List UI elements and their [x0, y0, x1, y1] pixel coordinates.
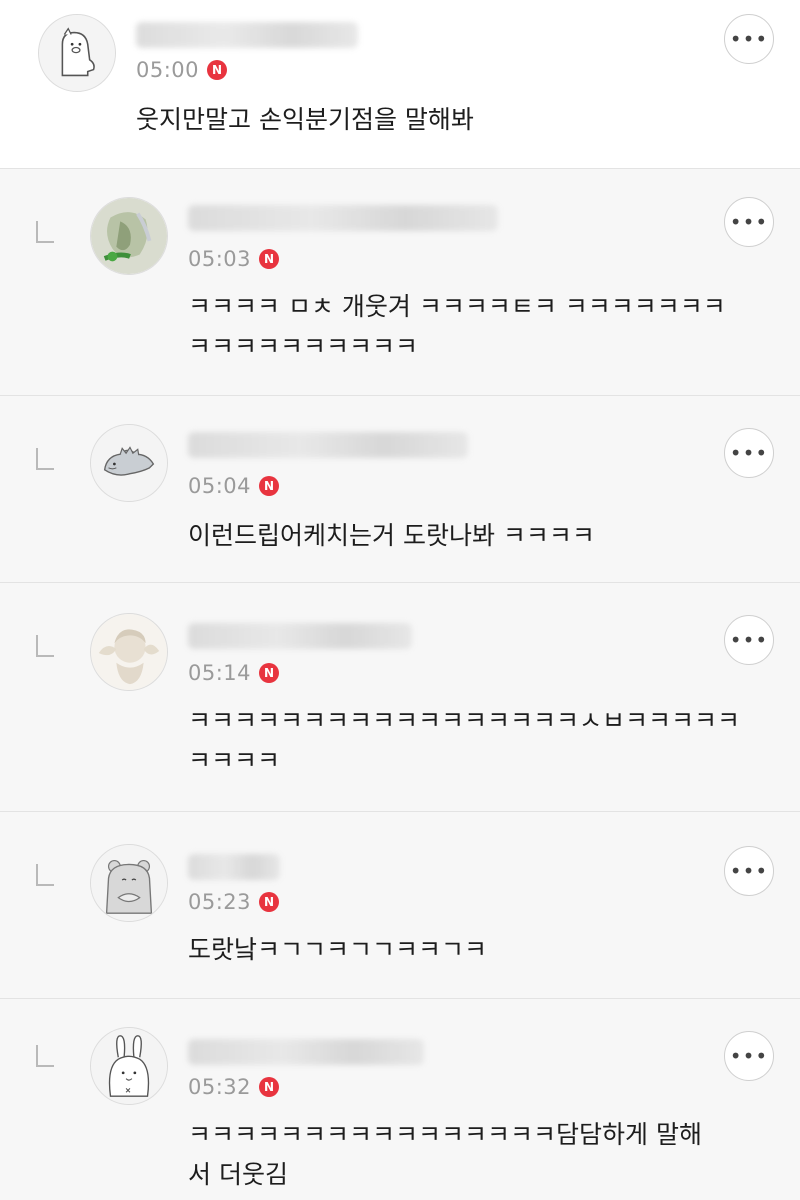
- reply-item: 05:14 N ••• ㅋㅋㅋㅋㅋㅋㅋㅋㅋㅋㅋㅋㅋㅋㅋㅋㅋㅅㅂㅋㅋㅋㅋㅋ ㅋㅋㅋ…: [0, 583, 800, 811]
- comment-meta: 05:14 N: [188, 661, 280, 685]
- comment-item: 05:00 N ••• 웃지만말고 손익분기점을 말해봐: [0, 0, 800, 168]
- reply-arrow-icon: [36, 1045, 54, 1067]
- reply-arrow-icon: [36, 221, 54, 243]
- nickname-blurred[interactable]: [188, 623, 412, 649]
- new-badge: N: [259, 249, 280, 269]
- dinosaur-sketch-icon: [91, 425, 167, 501]
- new-badge: N: [259, 1077, 280, 1097]
- reply-item: 05:23 N ••• 도랏낰ㅋㄱㄱㅋㄱㄱㅋㅋㄱㅋ: [0, 812, 800, 998]
- comment-text: ㅋㅋㅋㅋ ㅁㅊ 개웃겨 ㅋㅋㅋㅋㅌㅋ ㅋㅋㅋㅋㅋㅋㅋ ㅋㅋㅋㅋㅋㅋㅋㅋㅋㅋ: [188, 292, 726, 361]
- nickname-blurred[interactable]: [188, 432, 468, 458]
- comment-text: 웃지만말고 손익분기점을 말해봐: [136, 105, 474, 134]
- new-badge: N: [259, 663, 280, 683]
- avatar[interactable]: [90, 424, 168, 502]
- comment-time: 05:23: [188, 890, 252, 914]
- pig-sketch-icon: [39, 15, 115, 91]
- rabbit-sketch-icon: [91, 1028, 167, 1104]
- more-options-button[interactable]: •••: [724, 846, 774, 896]
- comment-meta: 05:00 N: [136, 58, 228, 82]
- reply-arrow-icon: [36, 448, 54, 470]
- more-options-button[interactable]: •••: [724, 14, 774, 64]
- reply-item: 05:03 N ••• ㅋㅋㅋㅋ ㅁㅊ 개웃겨 ㅋㅋㅋㅋㅌㅋ ㅋㅋㅋㅋㅋㅋㅋ ㅋ…: [0, 169, 800, 395]
- avatar[interactable]: [90, 1027, 168, 1105]
- green-flower-icon: [91, 198, 167, 274]
- reply-arrow-icon: [36, 864, 54, 886]
- new-badge: N: [207, 60, 228, 80]
- bear-sketch-icon: [91, 845, 167, 921]
- nickname-blurred[interactable]: [136, 22, 358, 48]
- new-badge: N: [259, 476, 280, 496]
- comment-time: 05:04: [188, 474, 252, 498]
- nickname-blurred[interactable]: [188, 854, 280, 880]
- comment-time: 05:32: [188, 1075, 252, 1099]
- more-options-button[interactable]: •••: [724, 615, 774, 665]
- comment-text: ㅋㅋㅋㅋㅋㅋㅋㅋㅋㅋㅋㅋㅋㅋㅋㅋㅋㅅㅂㅋㅋㅋㅋㅋ ㅋㅋㅋㅋ: [188, 706, 741, 775]
- cherub-statue-icon: [91, 614, 167, 690]
- more-options-button[interactable]: •••: [724, 1031, 774, 1081]
- reply-item: 05:32 N ••• ㅋㅋㅋㅋㅋㅋㅋㅋㅋㅋㅋㅋㅋㅋㅋㅋ담담하게 말해 서 더웃…: [0, 999, 800, 1200]
- comment-meta: 05:04 N: [188, 474, 280, 498]
- comment-meta: 05:23 N: [188, 890, 280, 914]
- reply-item: 05:04 N ••• 이런드립어케치는거 도랏나봐 ㅋㅋㅋㅋ: [0, 396, 800, 582]
- nickname-blurred[interactable]: [188, 205, 498, 231]
- comment-meta: 05:03 N: [188, 247, 280, 271]
- comment-time: 05:14: [188, 661, 252, 685]
- nickname-blurred[interactable]: [188, 1039, 424, 1065]
- comment-text: ㅋㅋㅋㅋㅋㅋㅋㅋㅋㅋㅋㅋㅋㅋㅋㅋ담담하게 말해 서 더웃김: [188, 1120, 702, 1189]
- comment-meta: 05:32 N: [188, 1075, 280, 1099]
- comment-time: 05:03: [188, 247, 252, 271]
- more-options-button[interactable]: •••: [724, 428, 774, 478]
- comment-text: 이런드립어케치는거 도랏나봐 ㅋㅋㅋㅋ: [188, 521, 595, 550]
- reply-arrow-icon: [36, 635, 54, 657]
- comment-text: 도랏낰ㅋㄱㄱㅋㄱㄱㅋㅋㄱㅋ: [188, 935, 488, 964]
- avatar[interactable]: [90, 613, 168, 691]
- avatar[interactable]: [90, 844, 168, 922]
- avatar[interactable]: [90, 197, 168, 275]
- more-options-button[interactable]: •••: [724, 197, 774, 247]
- comment-time: 05:00: [136, 58, 200, 82]
- avatar[interactable]: [38, 14, 116, 92]
- new-badge: N: [259, 892, 280, 912]
